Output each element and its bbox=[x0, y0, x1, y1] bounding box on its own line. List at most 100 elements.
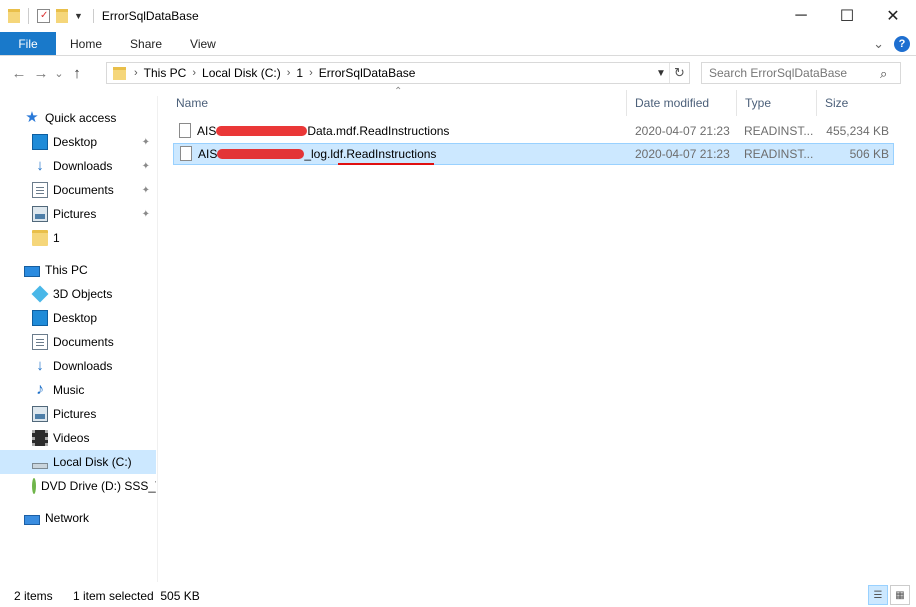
column-headers: ⌃ Name Date modified Type Size bbox=[168, 86, 898, 116]
column-name[interactable]: Name bbox=[168, 90, 627, 116]
file-date: 2020-04-07 21:23 bbox=[635, 147, 730, 161]
pin-icon: ✦ bbox=[141, 208, 150, 220]
nav-this-pc[interactable]: This PC bbox=[24, 258, 154, 282]
separator bbox=[28, 8, 29, 24]
nav-label: This PC bbox=[45, 263, 88, 277]
breadcrumb-folder-1[interactable]: 1 bbox=[292, 66, 307, 80]
tab-file[interactable]: File bbox=[0, 32, 56, 55]
file-type: READINST... bbox=[744, 124, 814, 138]
nav-pictures[interactable]: Pictures bbox=[32, 402, 154, 426]
redaction-scribble bbox=[217, 149, 305, 159]
nav-label: Local Disk (C:) bbox=[53, 455, 132, 469]
pin-icon: ✦ bbox=[141, 160, 150, 172]
breadcrumb-this-pc[interactable]: This PC bbox=[140, 66, 191, 80]
search-input[interactable]: Search ErrorSqlDataBase bbox=[701, 62, 901, 84]
folder-icon bbox=[113, 66, 126, 80]
properties-icon[interactable]: ✓ bbox=[37, 9, 50, 23]
nav-label: 1 bbox=[53, 231, 60, 245]
breadcrumb-local-disk[interactable]: Local Disk (C:) bbox=[198, 66, 285, 80]
nav-label: Downloads bbox=[53, 159, 113, 173]
nav-dvd-drive[interactable]: DVD Drive (D:) SSS_) bbox=[32, 474, 156, 498]
redaction-scribble bbox=[216, 126, 308, 136]
customize-toolbar-icon[interactable]: ▼ bbox=[74, 11, 83, 21]
file-row-selected[interactable]: AIS _log.ldf.ReadInstructions 2020-04-07… bbox=[173, 143, 894, 165]
title-bar: ✓ ▼ ErrorSqlDataBase ─ ☐ ✕ bbox=[0, 0, 916, 32]
nav-music[interactable]: ♪ Music bbox=[32, 378, 154, 402]
tab-view[interactable]: View bbox=[176, 32, 230, 55]
up-button[interactable]: ↑ bbox=[66, 62, 88, 84]
file-date: 2020-04-07 21:23 bbox=[635, 124, 730, 138]
address-bar[interactable]: › This PC › Local Disk (C:) › 1 › ErrorS… bbox=[106, 62, 690, 84]
column-date-modified[interactable]: Date modified bbox=[627, 90, 737, 116]
nav-qa-documents[interactable]: Documents ✦ bbox=[32, 178, 154, 202]
recent-locations-button[interactable]: ⌄ bbox=[52, 62, 66, 84]
cube-icon bbox=[31, 285, 49, 303]
nav-local-disk[interactable]: Local Disk (C:) bbox=[0, 450, 156, 474]
breadcrumb-separator: › bbox=[134, 67, 138, 79]
column-size[interactable]: Size bbox=[817, 90, 897, 116]
breadcrumb-separator: › bbox=[286, 67, 291, 79]
file-icon bbox=[180, 146, 192, 161]
nav-label: Documents bbox=[53, 335, 114, 349]
forward-button[interactable]: → bbox=[30, 62, 52, 84]
network-icon bbox=[24, 514, 40, 525]
file-name-start: AIS bbox=[198, 147, 218, 161]
nav-desktop[interactable]: Desktop bbox=[32, 306, 154, 330]
nav-qa-pictures[interactable]: Pictures ✦ bbox=[32, 202, 154, 226]
nav-qa-folder-1[interactable]: 1 bbox=[32, 226, 154, 250]
large-icons-view-icon[interactable]: ▦ bbox=[890, 585, 910, 605]
column-type[interactable]: Type bbox=[737, 90, 817, 116]
pin-icon: ✦ bbox=[141, 184, 150, 196]
nav-videos[interactable]: Videos bbox=[32, 426, 154, 450]
star-icon: ★ bbox=[25, 109, 39, 126]
documents-icon bbox=[32, 182, 48, 198]
address-dropdown-icon[interactable]: ▼ bbox=[653, 63, 669, 83]
nav-label: Music bbox=[53, 383, 85, 397]
download-icon: ↓ bbox=[36, 157, 44, 174]
refresh-icon[interactable]: ↻ bbox=[669, 63, 689, 83]
nav-label: Network bbox=[45, 511, 90, 525]
nav-label: Desktop bbox=[53, 311, 98, 325]
file-name-end: Data.mdf.ReadInstructions bbox=[307, 124, 450, 138]
file-name: AIS Data.mdf.ReadInstructions bbox=[197, 121, 449, 141]
desktop-icon bbox=[32, 310, 48, 326]
nav-label: Pictures bbox=[53, 407, 97, 421]
navigation-pane: ★ Quick access Desktop ✦ ↓ Downloads ✦ D… bbox=[0, 96, 158, 582]
nav-qa-desktop[interactable]: Desktop ✦ bbox=[32, 130, 154, 154]
download-icon: ↓ bbox=[36, 357, 44, 374]
pictures-icon bbox=[32, 406, 48, 422]
nav-network[interactable]: Network bbox=[24, 506, 154, 530]
annotation-underline bbox=[338, 163, 434, 165]
navigation-bar: ← → ⌄ ↑ › This PC › Local Disk (C:) › 1 … bbox=[0, 58, 916, 88]
maximize-button[interactable]: ☐ bbox=[824, 0, 870, 32]
music-icon: ♪ bbox=[36, 381, 44, 398]
details-view-icon[interactable]: ☰ bbox=[868, 585, 888, 605]
breadcrumb-current-folder[interactable]: ErrorSqlDataBase bbox=[315, 66, 420, 80]
computer-icon bbox=[24, 265, 40, 277]
help-icon[interactable]: ? bbox=[894, 36, 910, 52]
minimize-button[interactable]: ─ bbox=[778, 0, 824, 32]
drive-icon bbox=[32, 463, 48, 469]
nav-qa-downloads[interactable]: ↓ Downloads ✦ bbox=[32, 154, 154, 178]
pin-icon: ✦ bbox=[141, 136, 150, 148]
documents-icon bbox=[32, 334, 48, 350]
nav-quick-access[interactable]: ★ Quick access bbox=[24, 106, 154, 130]
folder-icon bbox=[32, 230, 48, 246]
file-row[interactable]: AIS Data.mdf.ReadInstructions 2020-04-07… bbox=[173, 121, 894, 143]
window-title: ErrorSqlDataBase bbox=[92, 9, 199, 23]
close-button[interactable]: ✕ bbox=[870, 0, 916, 32]
file-size: 506 KB bbox=[849, 147, 889, 161]
nav-3d-objects[interactable]: 3D Objects bbox=[31, 282, 154, 306]
nav-label: Desktop bbox=[53, 135, 98, 149]
tab-home[interactable]: Home bbox=[56, 32, 116, 55]
breadcrumb-separator: › bbox=[309, 67, 313, 79]
file-name: AIS _log.ldf.ReadInstructions bbox=[198, 144, 436, 164]
back-button[interactable]: ← bbox=[8, 62, 30, 84]
nav-label: Videos bbox=[53, 431, 90, 445]
new-folder-icon[interactable] bbox=[56, 9, 68, 23]
expand-ribbon-icon[interactable]: ⌄ bbox=[873, 36, 884, 52]
tab-share[interactable]: Share bbox=[116, 32, 176, 55]
pane-divider[interactable] bbox=[157, 96, 158, 582]
nav-documents[interactable]: Documents bbox=[32, 330, 154, 354]
nav-downloads[interactable]: ↓ Downloads bbox=[32, 354, 154, 378]
